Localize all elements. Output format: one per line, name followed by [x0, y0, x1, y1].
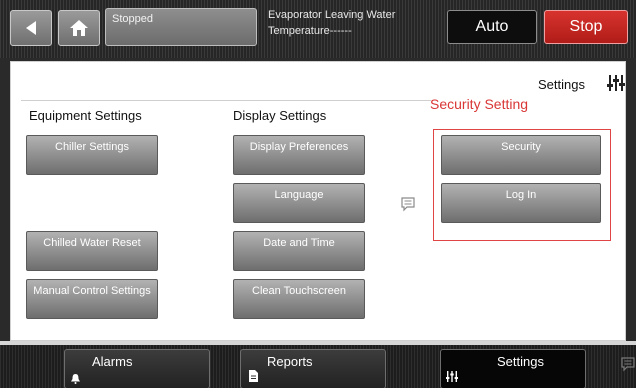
stop-button[interactable]: Stop: [544, 10, 628, 44]
tab-reports[interactable]: Reports: [240, 349, 386, 388]
top-status-bar: Stopped Evaporator Leaving Water Tempera…: [0, 0, 636, 58]
back-arrow-icon: [26, 21, 36, 35]
report-document-icon: [249, 370, 258, 382]
settings-sliders-icon: [446, 371, 458, 382]
tab-reports-label: Reports: [267, 354, 313, 369]
chilled-water-reset-button[interactable]: Chilled Water Reset: [26, 231, 158, 271]
date-and-time-button[interactable]: Date and Time: [233, 231, 365, 271]
log-in-button[interactable]: Log In: [441, 183, 601, 223]
display-preferences-button[interactable]: Display Preferences: [233, 135, 365, 175]
tab-settings[interactable]: Settings: [440, 349, 586, 388]
security-button[interactable]: Security: [441, 135, 601, 175]
page-title: Settings: [538, 77, 585, 92]
tab-settings-label: Settings: [497, 354, 544, 369]
chiller-status-display: Stopped: [105, 8, 257, 46]
evaporator-temperature-readout: Evaporator Leaving Water Temperature----…: [268, 7, 398, 39]
evap-label-line2: Temperature------: [268, 25, 352, 37]
chat-icon[interactable]: [620, 356, 636, 372]
display-settings-heading: Display Settings: [233, 108, 327, 123]
bottom-navigation: Alarms Reports Settings: [0, 345, 636, 388]
back-button[interactable]: [10, 10, 52, 46]
clean-touchscreen-button[interactable]: Clean Touchscreen: [233, 279, 365, 319]
tab-alarms[interactable]: Alarms: [64, 349, 210, 388]
manual-control-settings-button[interactable]: Manual Control Settings: [26, 279, 158, 319]
settings-panel: Settings Equipment Settings Display Sett…: [10, 61, 626, 341]
home-button[interactable]: [58, 10, 100, 46]
header-divider: [21, 100, 431, 101]
auto-button[interactable]: Auto: [447, 10, 537, 44]
home-icon: [70, 20, 88, 36]
status-text: Stopped: [112, 13, 153, 25]
tab-alarms-label: Alarms: [92, 354, 133, 369]
security-setting-heading: Security Setting: [430, 96, 529, 112]
settings-sliders-icon: [607, 75, 625, 91]
language-chat-icon[interactable]: [400, 196, 416, 212]
evap-label-line1: Evaporator Leaving Water: [268, 9, 396, 21]
chiller-settings-button[interactable]: Chiller Settings: [26, 135, 158, 175]
language-button[interactable]: Language: [233, 183, 365, 223]
bell-icon: [71, 374, 80, 384]
equipment-settings-heading: Equipment Settings: [29, 108, 142, 123]
